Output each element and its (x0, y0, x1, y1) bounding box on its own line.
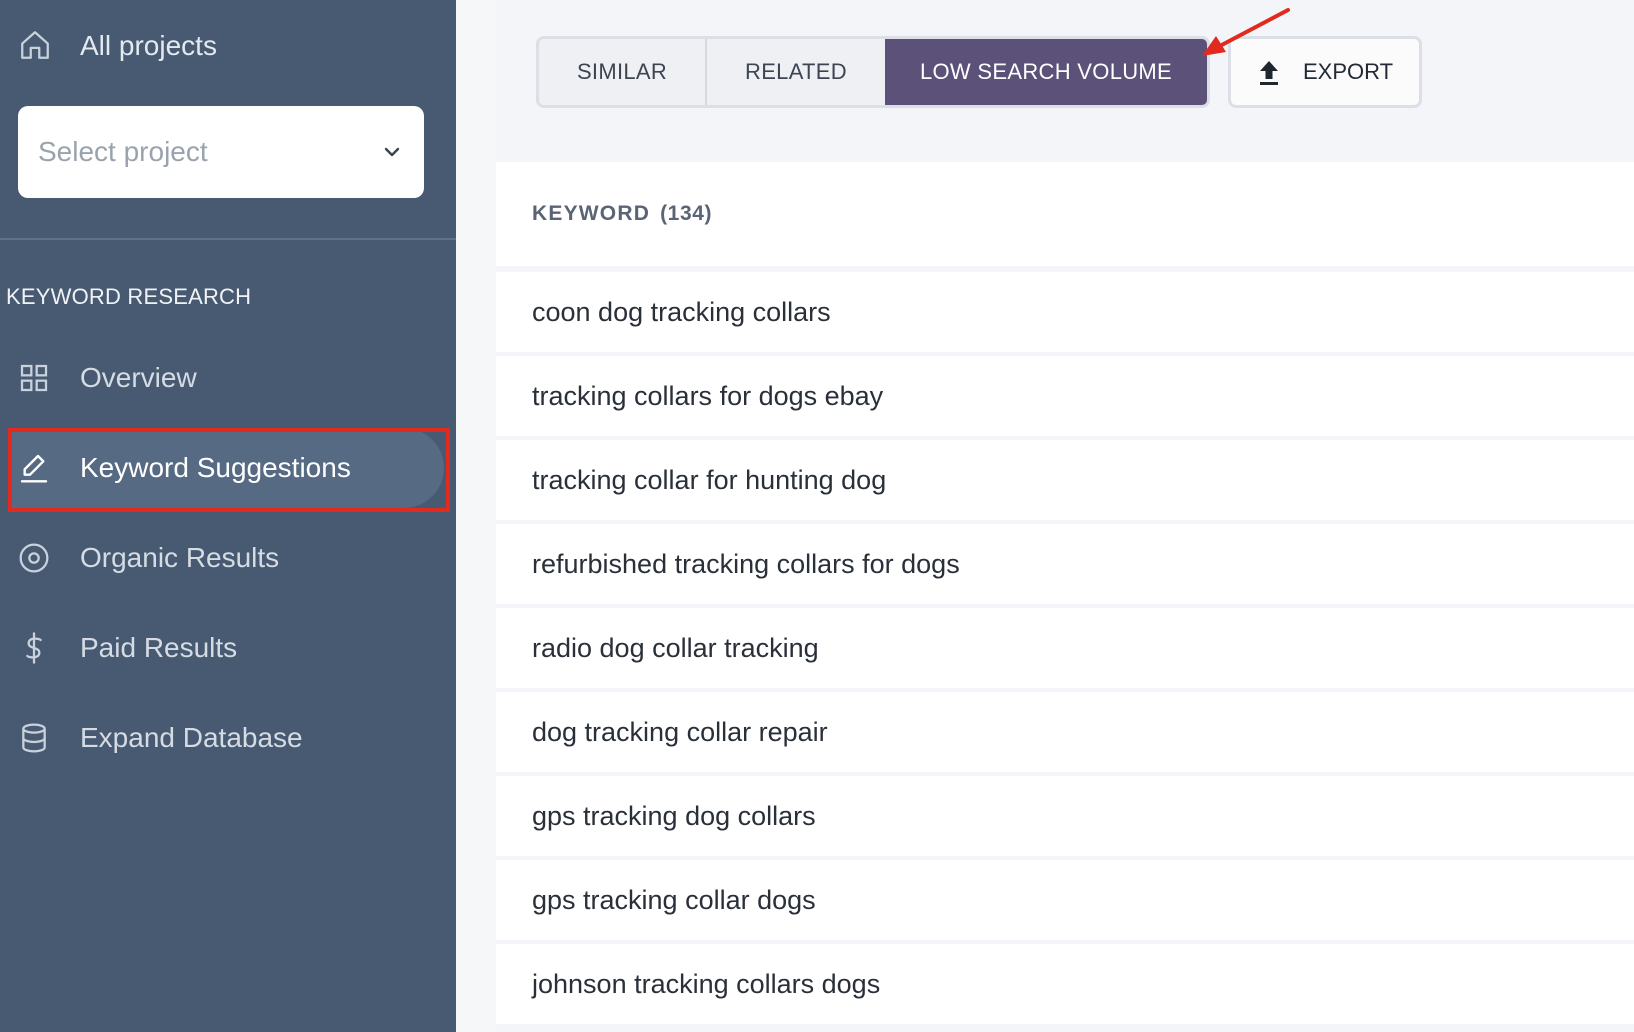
table-row[interactable]: coon dog tracking collars (496, 272, 1634, 352)
project-select[interactable]: Select project (18, 106, 424, 198)
table-row[interactable]: tracking collar for hunting dog (496, 440, 1634, 520)
table-header: KEYWORD (134) (496, 162, 1634, 266)
keyword-column-header[interactable]: KEYWORD (532, 202, 650, 226)
highlight-box (8, 428, 450, 512)
sidebar: All projects Select project KEYWORD RESE… (0, 0, 456, 1032)
tab-low-search-volume[interactable]: LOW SEARCH VOLUME (885, 39, 1207, 105)
sidebar-item-paid-results[interactable]: Paid Results (0, 608, 450, 688)
section-title: KEYWORD RESEARCH (6, 284, 252, 309)
sidebar-item-expand-database[interactable]: Expand Database (0, 698, 450, 778)
upload-icon (1260, 61, 1278, 85)
table-row[interactable]: dog tracking collar repair (496, 692, 1634, 772)
export-label: EXPORT (1303, 59, 1394, 84)
table-row[interactable]: johnson tracking collars dogs (496, 944, 1634, 1024)
sidebar-item-label: Expand Database (80, 722, 303, 753)
all-projects-link[interactable]: All projects (0, 18, 456, 74)
dollar-icon (26, 632, 42, 664)
sidebar-item-label: Paid Results (80, 632, 238, 663)
main-content: SIMILAR RELATED LOW SEARCH VOLUME EXPORT… (456, 0, 1634, 1032)
all-projects-label: All projects (80, 30, 217, 61)
keyword-count: (134) (660, 202, 713, 225)
chevron-down-icon (384, 147, 400, 157)
sidebar-item-overview[interactable]: Overview (0, 338, 450, 418)
database-icon (22, 723, 46, 753)
project-select-placeholder: Select project (38, 136, 208, 167)
table-row[interactable]: refurbished tracking collars for dogs (496, 524, 1634, 604)
tab-related[interactable]: RELATED (707, 39, 885, 105)
table-row[interactable]: radio dog collar tracking (496, 608, 1634, 688)
sidebar-divider (0, 238, 456, 240)
tab-group: SIMILAR RELATED LOW SEARCH VOLUME (536, 36, 1210, 108)
sidebar-item-label: Organic Results (80, 542, 280, 573)
table-row[interactable]: tracking collars for dogs ebay (496, 356, 1634, 436)
keyword-list: coon dog tracking collars tracking colla… (496, 272, 1634, 1028)
target-icon (19, 543, 49, 573)
sidebar-item-organic-results[interactable]: Organic Results (0, 518, 450, 598)
table-row[interactable]: gps tracking collar dogs (496, 860, 1634, 940)
grid-icon (20, 364, 48, 392)
annotation-arrow (1202, 8, 1290, 56)
sidebar-item-label: Overview (80, 362, 197, 393)
table-row[interactable]: gps tracking dog collars (496, 776, 1634, 856)
home-icon (21, 31, 49, 59)
tab-similar[interactable]: SIMILAR (539, 39, 707, 105)
